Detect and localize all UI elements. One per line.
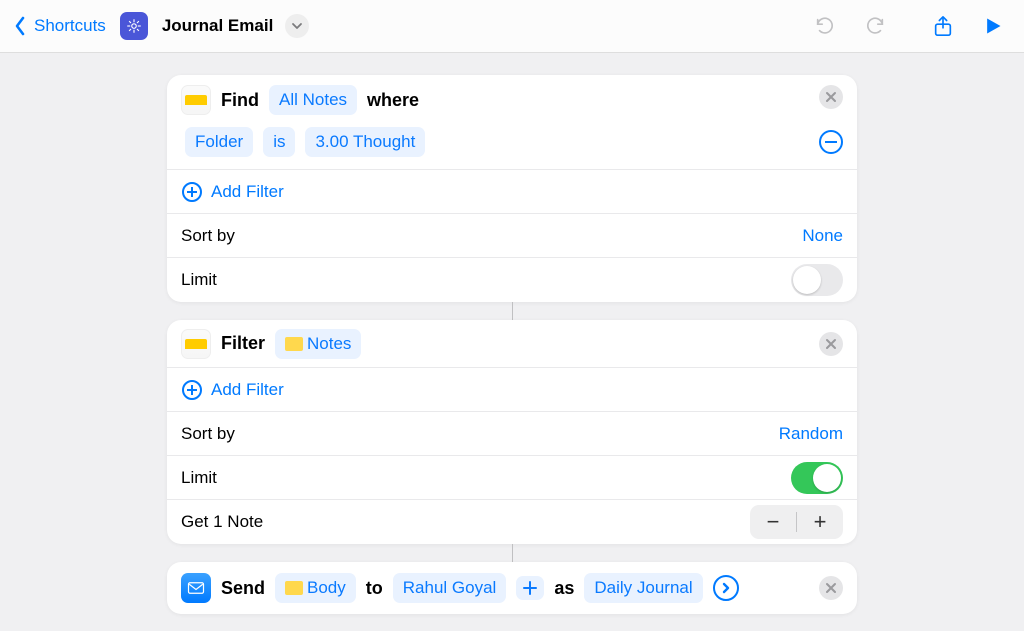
filter-field-token[interactable]: Folder [185, 127, 253, 157]
plus-circle-icon [181, 181, 203, 203]
action-card-send-email[interactable]: Send Body to Rahul Goyal as Daily Journa… [167, 562, 857, 614]
notes-mini-icon [285, 581, 303, 595]
delete-action-icon[interactable] [819, 576, 843, 600]
limit-toggle[interactable] [791, 462, 843, 494]
sort-by-value[interactable]: Random [779, 424, 843, 444]
filter-op-token[interactable]: is [263, 127, 295, 157]
add-filter-label: Add Filter [211, 182, 284, 202]
plus-circle-icon [181, 379, 203, 401]
back-link[interactable]: Shortcuts [34, 16, 106, 36]
send-to-word: to [366, 578, 383, 599]
filter-source-token[interactable]: Notes [275, 329, 361, 359]
send-subject-token[interactable]: Daily Journal [584, 573, 702, 603]
action-connector [512, 544, 513, 562]
undo-icon[interactable] [812, 13, 838, 39]
expand-action-icon[interactable] [713, 575, 739, 601]
notes-app-icon [181, 329, 211, 359]
sort-by-label: Sort by [181, 424, 235, 444]
mail-app-icon [181, 573, 211, 603]
remove-filter-icon[interactable] [819, 130, 843, 154]
action-card-filter-notes[interactable]: Filter Notes Add Filter Sort by [167, 320, 857, 544]
limit-label: Limit [181, 270, 217, 290]
filter-source-label: Notes [307, 334, 351, 354]
run-icon[interactable] [980, 13, 1006, 39]
action-connector [512, 302, 513, 320]
send-body-token[interactable]: Body [275, 573, 356, 603]
stepper-plus[interactable]: + [797, 505, 843, 539]
notes-app-icon [181, 85, 211, 115]
shortcut-app-icon [120, 12, 148, 40]
delete-action-icon[interactable] [819, 332, 843, 356]
send-verb: Send [221, 578, 265, 599]
limit-label: Limit [181, 468, 217, 488]
send-recipient-token[interactable]: Rahul Goyal [393, 573, 507, 603]
count-stepper[interactable]: − + [750, 505, 843, 539]
delete-action-icon[interactable] [819, 85, 843, 109]
filter-value-token[interactable]: 3.00 Thought [305, 127, 425, 157]
stepper-minus[interactable]: − [750, 505, 796, 539]
limit-toggle[interactable] [791, 264, 843, 296]
add-filter-button[interactable]: Add Filter [181, 379, 284, 401]
find-verb: Find [221, 90, 259, 111]
find-scope-token[interactable]: All Notes [269, 85, 357, 115]
notes-mini-icon [285, 337, 303, 351]
add-filter-label: Add Filter [211, 380, 284, 400]
send-as-word: as [554, 578, 574, 599]
back-chevron-icon[interactable] [14, 16, 26, 36]
filter-verb: Filter [221, 333, 265, 354]
share-icon[interactable] [930, 13, 956, 39]
send-body-label: Body [307, 578, 346, 598]
add-recipient-icon[interactable] [516, 576, 544, 600]
redo-icon[interactable] [862, 13, 888, 39]
get-count-label: Get 1 Note [181, 512, 263, 532]
sort-by-label: Sort by [181, 226, 235, 246]
shortcut-title: Journal Email [162, 16, 273, 36]
add-filter-button[interactable]: Add Filter [181, 181, 284, 203]
title-dropdown-icon[interactable] [285, 14, 309, 38]
find-where-label: where [367, 90, 419, 111]
action-card-find-notes[interactable]: Find All Notes where Folder is [167, 75, 857, 302]
sort-by-value[interactable]: None [802, 226, 843, 246]
